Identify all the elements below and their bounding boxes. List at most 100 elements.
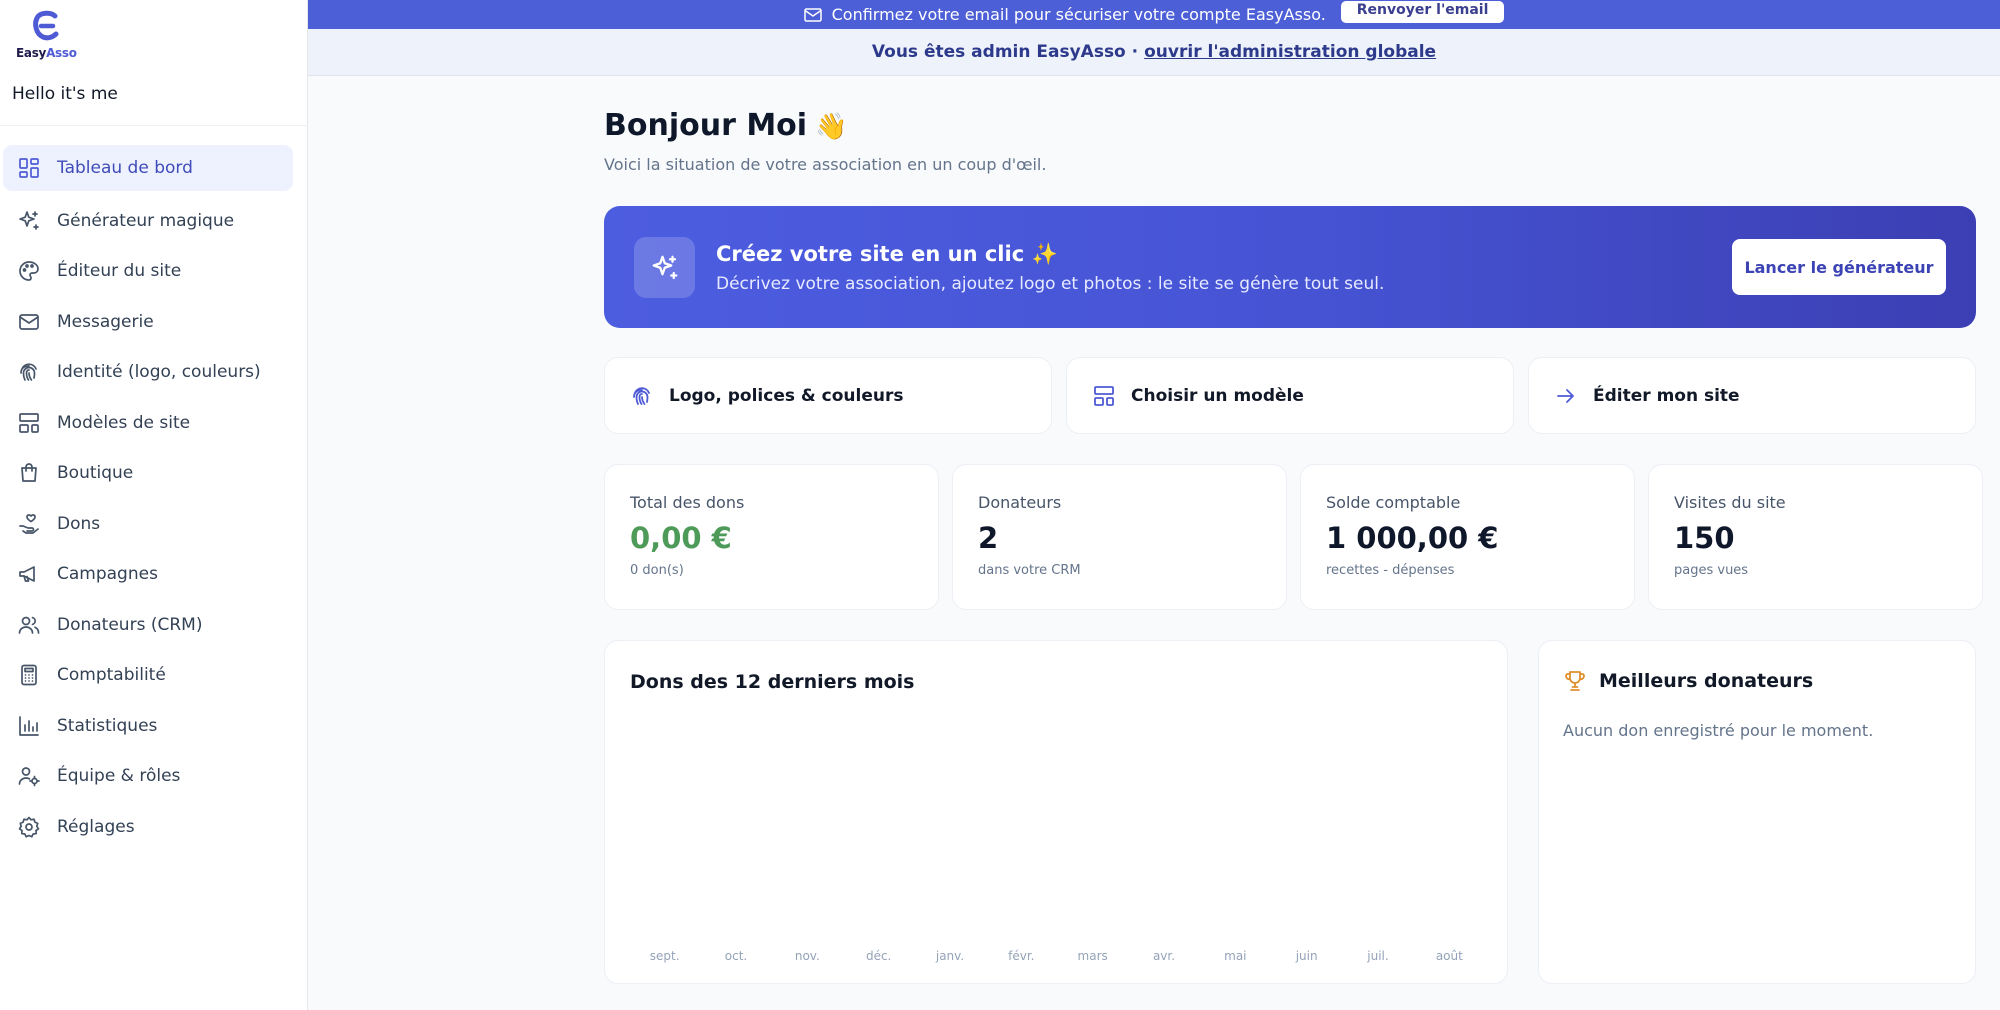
sidebar-item-campagnes[interactable]: Campagnes (0, 549, 308, 600)
chart-x-tick-label: sept. (650, 949, 680, 963)
top-donors-title: Meilleurs donateurs (1599, 670, 1814, 692)
bar-chart-icon (16, 713, 42, 739)
sidebar-item-label: Dons (57, 513, 101, 534)
sidebar-item-modeles-de-site[interactable]: Modèles de site (0, 398, 308, 449)
dashboard-icon (16, 155, 42, 181)
sidebar-item-statistiques[interactable]: Statistiques (0, 701, 308, 752)
chart-x-tick-label: mai (1224, 949, 1246, 963)
quick-action-label: Logo, polices & couleurs (669, 385, 904, 406)
hero-title: Créez votre site en un clic ✨ (716, 242, 1058, 266)
chart-x-tick-label: nov. (795, 949, 820, 963)
email-banner-text: Confirmez votre email pour sécuriser vot… (831, 5, 1326, 24)
sidebar-nav: Tableau de bord Générateur magique Édite… (0, 145, 308, 852)
sidebar-item-donateurs-crm[interactable]: Donateurs (CRM) (0, 600, 308, 651)
sidebar-item-label: Tableau de bord (57, 158, 193, 178)
donations-chart-card: sept. oct. nov. déc. janv. févr. mars avr. mai ju… (604, 640, 1508, 984)
stat-label: Total des dons (630, 493, 745, 512)
hero-description: Décrivez votre association, ajoutez logo… (716, 274, 1385, 294)
stat-note: 0 don(s) (630, 563, 684, 578)
stat-value: 150 (1674, 521, 1735, 555)
chart-title: Dons des 12 derniers mois (630, 671, 915, 693)
sidebar-item-label: Éditeur du site (57, 261, 182, 282)
admin-banner: Vous êtes admin EasyAsso · ouvrir l'admi… (308, 29, 2000, 76)
resend-email-button[interactable]: Renvoyer l'email (1340, 0, 1505, 23)
stat-value: 0,00 € (630, 521, 732, 555)
sidebar-item-boutique[interactable]: Boutique (0, 448, 308, 499)
brand-logo[interactable]: EasyAsso (14, 10, 78, 60)
email-confirm-banner: Confirmez votre email pour sécuriser vot… (308, 0, 2000, 29)
fingerprint-icon (629, 383, 655, 409)
chart-x-tick-label: avr. (1153, 949, 1175, 963)
sidebar-item-dons[interactable]: Dons (0, 499, 308, 550)
layout-icon (1091, 383, 1117, 409)
sidebar-item-label: Modèles de site (57, 412, 191, 433)
quick-action-edit-site[interactable]: Éditer mon site (1528, 357, 1976, 434)
stat-label: Solde comptable (1326, 493, 1461, 512)
stat-card-total-dons: Total des dons 0,00 € 0 don(s) (604, 464, 939, 610)
chart-x-tick-label: mars (1078, 949, 1108, 963)
sidebar-item-equipe-roles[interactable]: Équipe & rôles (0, 751, 308, 802)
quick-action-choose-template[interactable]: Choisir un modèle (1066, 357, 1514, 434)
stat-value: 1 000,00 € (1326, 521, 1499, 555)
chart-x-tick-label: juil. (1366, 949, 1388, 963)
sidebar-item-editeur-du-site[interactable]: Éditeur du site (0, 246, 308, 297)
chart-x-tick-label: janv. (935, 949, 964, 963)
chart-x-tick-label: juin (1295, 949, 1318, 963)
quick-action-label: Choisir un modèle (1131, 385, 1304, 406)
page-title-text: Bonjour Moi (604, 108, 808, 143)
sidebar-item-label: Générateur magique (57, 210, 235, 231)
site-generator-banner: Créez votre site en un clic ✨ Décrivez v… (604, 206, 1976, 328)
sidebar-item-label: Messagerie (57, 311, 154, 332)
top-donors-header: Meilleurs donateurs (1563, 669, 1813, 693)
global-admin-link[interactable]: ouvrir l'administration globale (1144, 42, 1436, 62)
user-cog-icon (16, 763, 42, 789)
sidebar-item-identite[interactable]: Identité (logo, couleurs) (0, 347, 308, 398)
mail-icon (16, 309, 42, 335)
sidebar-item-tableau-de-bord[interactable]: Tableau de bord (3, 145, 293, 191)
sidebar-item-label: Statistiques (57, 715, 158, 736)
sidebar-item-messagerie[interactable]: Messagerie (0, 297, 308, 348)
sidebar-item-label: Boutique (57, 463, 134, 484)
stat-note: recettes - dépenses (1326, 563, 1455, 578)
sparkles-icon (634, 237, 695, 298)
sidebar-item-label: Donateurs (CRM) (57, 614, 203, 635)
mail-icon (803, 7, 822, 22)
sidebar-item-label: Comptabilité (57, 665, 166, 686)
sidebar: EasyAsso Hello it's me Tableau de bord G… (0, 0, 308, 1010)
stat-note: dans votre CRM (978, 563, 1081, 578)
sidebar-item-label: Réglages (57, 816, 135, 837)
sparkles-icon (16, 208, 42, 234)
palette-icon (16, 258, 42, 284)
stat-note: pages vues (1674, 563, 1749, 578)
chart-x-tick-label: févr. (1008, 949, 1034, 963)
chart-x-tick-label: déc. (866, 949, 891, 963)
top-donors-empty-message: Aucun don enregistré pour le moment. (1563, 721, 1874, 740)
sidebar-item-label: Campagnes (57, 564, 158, 585)
sidebar-item-reglages[interactable]: Réglages (0, 802, 308, 853)
chart-x-tick-label: août (1436, 949, 1463, 963)
page-subtitle: Voici la situation de votre association … (604, 155, 1047, 174)
arrow-right-icon (1553, 383, 1579, 409)
quick-action-branding[interactable]: Logo, polices & couleurs (604, 357, 1052, 434)
calculator-icon (16, 662, 42, 688)
stat-label: Donateurs (978, 493, 1062, 512)
sidebar-item-generateur-magique[interactable]: Générateur magique (0, 196, 308, 247)
quick-action-label: Éditer mon site (1593, 385, 1740, 406)
fingerprint-icon (16, 359, 42, 385)
stat-card-solde-comptable: Solde comptable 1 000,00 € recettes - dé… (1300, 464, 1635, 610)
stat-value: 2 (978, 521, 999, 555)
sidebar-divider (0, 125, 308, 126)
page-title: Bonjour Moi 👋 (604, 108, 847, 143)
launch-generator-button[interactable]: Lancer le générateur (1732, 239, 1946, 295)
trophy-icon (1565, 671, 1585, 691)
user-greeting: Hello it's me (12, 84, 118, 104)
layout-icon (16, 410, 42, 436)
sidebar-item-label: Identité (logo, couleurs) (57, 362, 261, 383)
top-donors-card: Meilleurs donateurs Aucun don enregistré… (1538, 640, 1976, 984)
logo-wordmark: EasyAsso (16, 46, 77, 60)
shopping-bag-icon (16, 460, 42, 486)
stat-label: Visites du site (1674, 493, 1786, 512)
stat-card-donateurs: Donateurs 2 dans votre CRM (952, 464, 1287, 610)
sidebar-item-comptabilite[interactable]: Comptabilité (0, 650, 308, 701)
admin-banner-text: Vous êtes admin EasyAsso · (871, 42, 1139, 62)
